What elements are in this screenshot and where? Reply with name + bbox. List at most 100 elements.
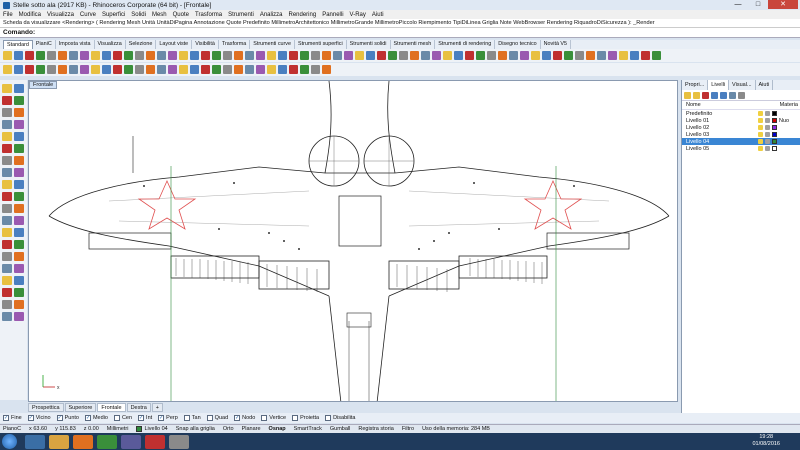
left-palette-tool-icon[interactable]: [2, 288, 12, 297]
tab-novita-v5[interactable]: Novità V5: [541, 40, 572, 49]
left-palette-tool-icon[interactable]: [14, 156, 24, 165]
left-palette-tool-icon[interactable]: [2, 156, 12, 165]
left-palette-tool-icon[interactable]: [14, 276, 24, 285]
lightbulb-icon[interactable]: [758, 111, 763, 116]
osnap-vicino[interactable]: ✓ Vicino: [27, 415, 51, 421]
tab-standard[interactable]: Standard: [3, 40, 33, 49]
left-palette-tool-icon[interactable]: [2, 108, 12, 117]
standard-tool-icon[interactable]: [80, 51, 89, 60]
standard-tool-icon[interactable]: [256, 51, 265, 60]
secondary-tool-icon[interactable]: [113, 65, 122, 74]
app-icon[interactable]: [121, 434, 141, 449]
standard-tool-icon[interactable]: [58, 51, 67, 60]
secondary-tool-icon[interactable]: [80, 65, 89, 74]
standard-tool-icon[interactable]: [388, 51, 397, 60]
secondary-tool-icon[interactable]: [157, 65, 166, 74]
secondary-tool-icon[interactable]: [91, 65, 100, 74]
standard-tool-icon[interactable]: [47, 51, 56, 60]
osnap-int[interactable]: ✓ Int: [138, 415, 152, 421]
standard-tool-icon[interactable]: [289, 51, 298, 60]
menu-analizza[interactable]: Analizza: [260, 12, 283, 18]
secondary-tool-icon[interactable]: [322, 65, 331, 74]
tab-visibilita[interactable]: Visibilità: [192, 40, 219, 49]
standard-tool-icon[interactable]: [465, 51, 474, 60]
standard-tool-icon[interactable]: [498, 51, 507, 60]
layer-row[interactable]: Livello 04: [682, 138, 800, 145]
secondary-tool-icon[interactable]: [25, 65, 34, 74]
osnap-checkbox[interactable]: ✓: [158, 415, 165, 421]
left-palette-tool-icon[interactable]: [2, 180, 12, 189]
standard-tool-icon[interactable]: [421, 51, 430, 60]
tab-pianic[interactable]: PianiC: [33, 40, 56, 49]
layer-row[interactable]: Predefinito: [682, 110, 800, 117]
tab-strumenti-mesh[interactable]: Strumenti mesh: [391, 40, 436, 49]
standard-tool-icon[interactable]: [586, 51, 595, 60]
tab-strumenti-rendering[interactable]: Strumenti di rendering: [435, 40, 496, 49]
standard-tool-icon[interactable]: [223, 51, 232, 60]
osnap-vertice[interactable]: Vertice: [261, 415, 286, 421]
left-palette-tool-icon[interactable]: [2, 264, 12, 273]
delete-layer-icon[interactable]: [702, 91, 709, 99]
panel-tab-livelli[interactable]: Livelli: [708, 80, 730, 90]
standard-tool-icon[interactable]: [476, 51, 485, 60]
left-palette-tool-icon[interactable]: [14, 288, 24, 297]
lightbulb-icon[interactable]: [758, 139, 763, 144]
left-palette-tool-icon[interactable]: [14, 192, 24, 201]
tab-selezione[interactable]: Selezione: [126, 40, 157, 49]
secondary-tool-icon[interactable]: [124, 65, 133, 74]
secondary-tool-icon[interactable]: [14, 65, 23, 74]
acrobat-icon[interactable]: [145, 434, 165, 449]
left-palette-tool-icon[interactable]: [2, 312, 12, 321]
standard-tool-icon[interactable]: [91, 51, 100, 60]
menu-solidi[interactable]: Solidi: [131, 12, 146, 18]
toggle-filtro[interactable]: Filtro: [402, 426, 414, 432]
secondary-tool-icon[interactable]: [135, 65, 144, 74]
lock-icon[interactable]: [765, 146, 770, 151]
standard-tool-icon[interactable]: [487, 51, 496, 60]
secondary-tool-icon[interactable]: [212, 65, 221, 74]
secondary-tool-icon[interactable]: [223, 65, 232, 74]
standard-tool-icon[interactable]: [135, 51, 144, 60]
lock-icon[interactable]: [765, 139, 770, 144]
standard-tool-icon[interactable]: [597, 51, 606, 60]
move-down-icon[interactable]: [720, 91, 727, 99]
standard-tool-icon[interactable]: [443, 51, 452, 60]
system-clock[interactable]: 19:28 01/08/2016: [752, 434, 780, 448]
secondary-tool-icon[interactable]: [289, 65, 298, 74]
left-palette-tool-icon[interactable]: [2, 252, 12, 261]
left-palette-tool-icon[interactable]: [14, 96, 24, 105]
layer-material[interactable]: Nuo: [779, 118, 789, 124]
units-label[interactable]: Millimetri: [107, 426, 129, 432]
osnap-checkbox[interactable]: [261, 415, 268, 421]
layer-color-swatch[interactable]: [772, 111, 777, 116]
menu-vray[interactable]: V-Ray: [350, 12, 366, 18]
osnap-checkbox[interactable]: ✓: [3, 415, 9, 421]
standard-tool-icon[interactable]: [322, 51, 331, 60]
left-palette-tool-icon[interactable]: [2, 84, 12, 93]
left-palette-tool-icon[interactable]: [14, 264, 24, 273]
menu-trasforma[interactable]: Trasforma: [195, 12, 222, 18]
toggle-osnap[interactable]: Osnap: [269, 426, 286, 432]
cplane-label[interactable]: PianoC: [3, 426, 21, 432]
toggle-planare[interactable]: Planare: [242, 426, 261, 432]
view-tab-frontale[interactable]: Frontale: [97, 402, 126, 412]
panel-tab-visualizza[interactable]: Visual...: [729, 80, 756, 90]
lock-icon[interactable]: [765, 111, 770, 116]
standard-tool-icon[interactable]: [333, 51, 342, 60]
standard-tool-icon[interactable]: [564, 51, 573, 60]
osnap-checkbox[interactable]: ✓: [84, 415, 91, 421]
left-palette-tool-icon[interactable]: [14, 144, 24, 153]
osnap-checkbox[interactable]: ✓: [27, 415, 34, 421]
left-palette-tool-icon[interactable]: [14, 312, 24, 321]
layer-row[interactable]: Livello 03: [682, 131, 800, 138]
standard-tool-icon[interactable]: [234, 51, 243, 60]
menu-superfici[interactable]: Superfici: [102, 12, 125, 18]
osnap-quad[interactable]: Quad: [206, 415, 228, 421]
view-tab-superiore[interactable]: Superiore: [64, 402, 97, 412]
left-palette-tool-icon[interactable]: [2, 204, 12, 213]
standard-tool-icon[interactable]: [3, 51, 12, 60]
menu-aiuti[interactable]: Aiuti: [372, 12, 384, 18]
secondary-tool-icon[interactable]: [201, 65, 210, 74]
osnap-tan[interactable]: Tan: [183, 415, 201, 421]
start-button-icon[interactable]: [2, 434, 17, 449]
